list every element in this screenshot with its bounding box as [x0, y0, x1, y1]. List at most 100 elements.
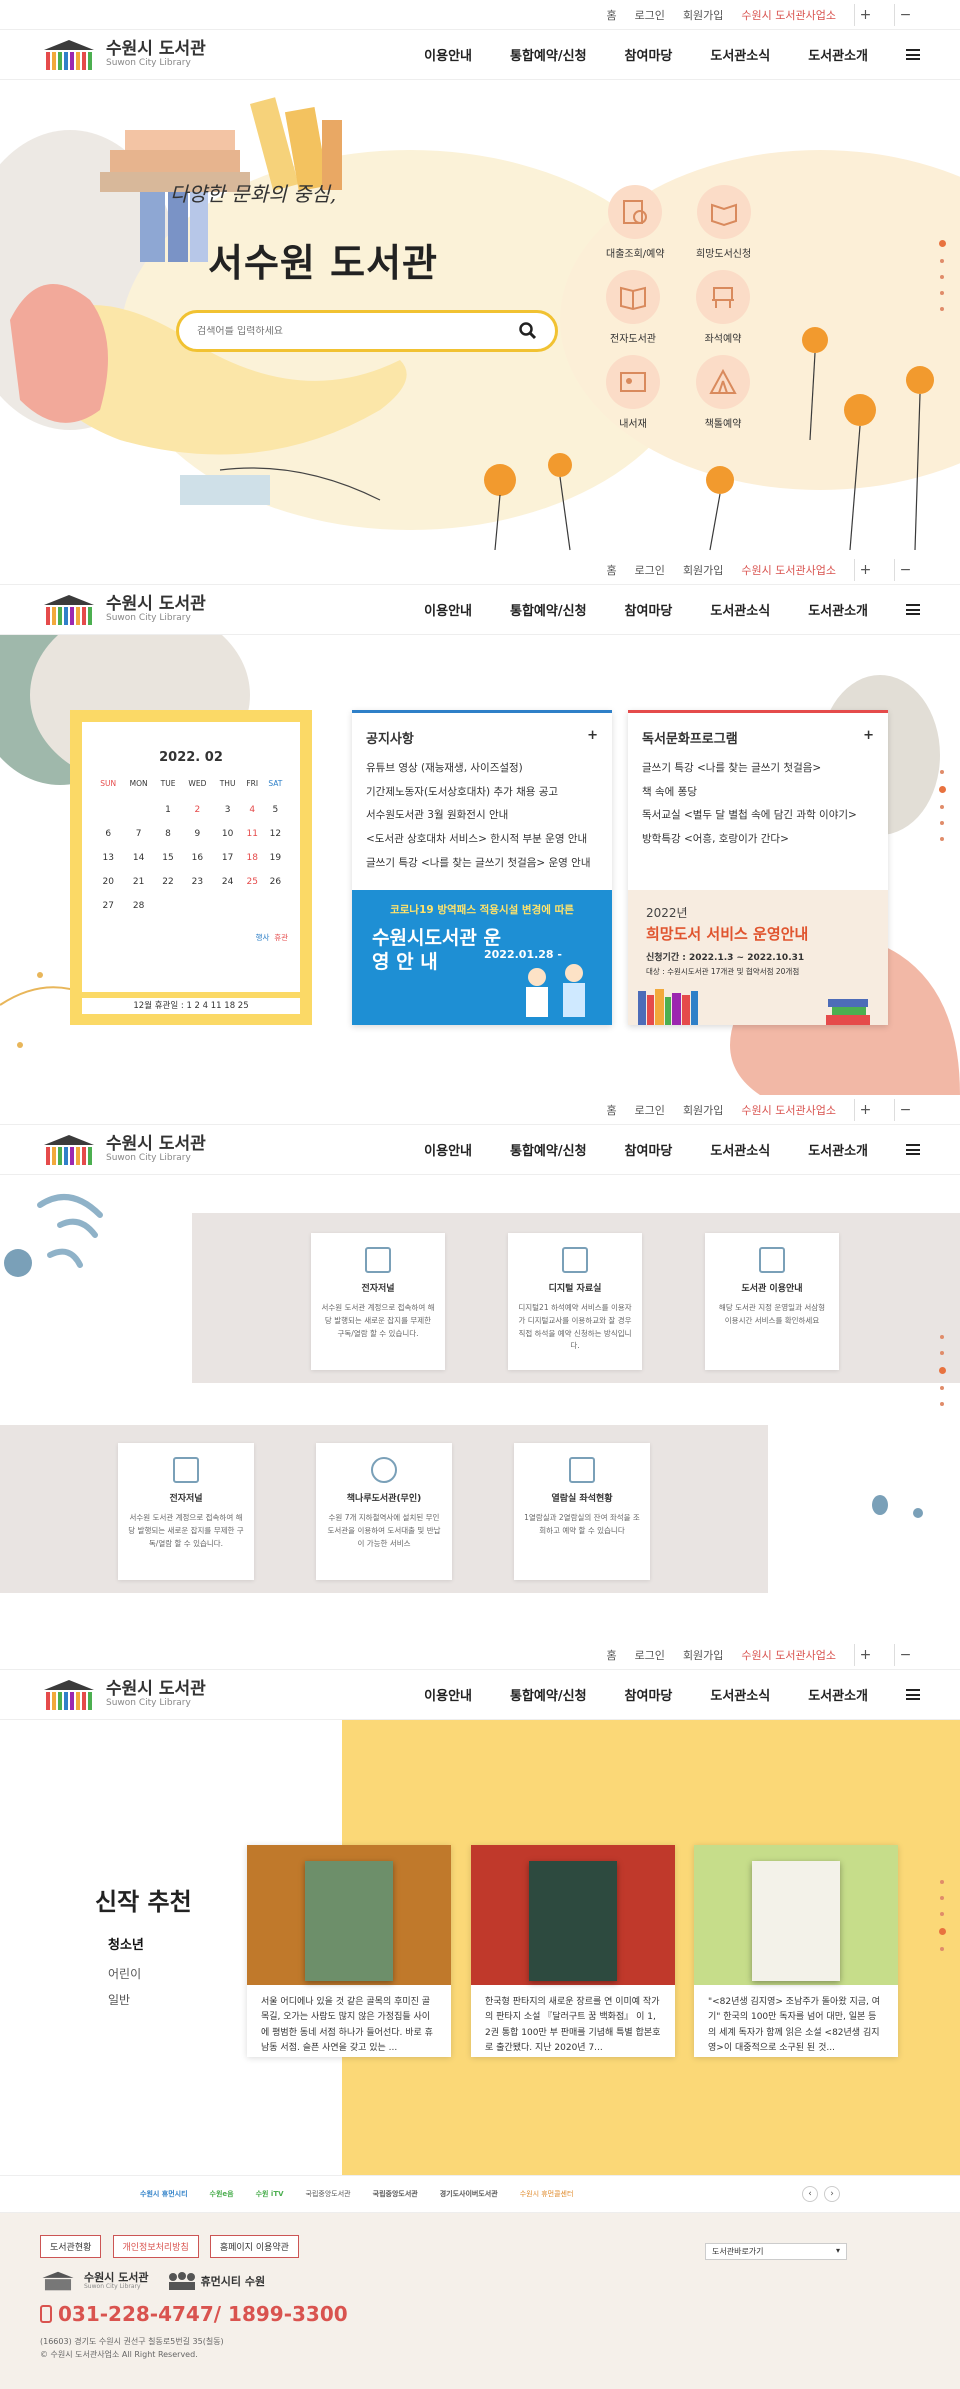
calendar-day[interactable]: 15	[155, 846, 182, 870]
nav-usage-guide[interactable]: 이용안내	[424, 1140, 472, 1159]
nav-usage-guide[interactable]: 이용안내	[424, 1685, 472, 1704]
zoom-in-button[interactable]: +	[854, 1098, 876, 1121]
nav-usage-guide[interactable]: 이용안내	[424, 45, 472, 64]
notice-item[interactable]: 기간제노동자(도서상호대차) 추가 채용 공고	[366, 781, 598, 805]
calendar-day[interactable]: 26	[263, 870, 288, 894]
nav-participation[interactable]: 참여마당	[625, 1140, 673, 1159]
nav-about[interactable]: 도서관소개	[808, 45, 868, 64]
calendar-day[interactable]: 24	[213, 870, 241, 894]
menu-icon[interactable]	[906, 49, 920, 60]
calendar-day[interactable]: 10	[213, 822, 241, 846]
site-logo[interactable]: 수원시 도서관 Suwon City Library	[40, 593, 206, 627]
covid-banner[interactable]: 코로나19 방역패스 적용시설 변경에 따른 수원시도서관 운 영 안 내 20…	[352, 890, 612, 1025]
footer-privacy-button[interactable]: 개인정보처리방침	[112, 2235, 199, 2258]
calendar-day[interactable]: 8	[155, 822, 182, 846]
nav-reservation[interactable]: 통합예약/신청	[510, 1685, 587, 1704]
zoom-out-button[interactable]: −	[894, 558, 916, 581]
home-link[interactable]: 홈	[606, 1647, 616, 1663]
menu-icon[interactable]	[906, 1144, 920, 1155]
notice-item[interactable]: <도서관 상호대차 서비스> 한시적 부분 운영 안내	[366, 828, 598, 852]
notice-item[interactable]: 유튜브 영상 (재능재생, 사이즈설정)	[366, 757, 598, 781]
calendar-day[interactable]: 5	[263, 798, 288, 822]
slide-indicator[interactable]	[939, 770, 946, 841]
quick-e-library[interactable]: 전자도서관	[606, 270, 660, 345]
tab-children[interactable]: 어린이	[108, 1961, 144, 1987]
chevron-right-icon[interactable]: ›	[824, 2186, 840, 2202]
slide-indicator[interactable]	[939, 1880, 946, 1951]
notice-item[interactable]: 글쓰기 특강 <나를 찾는 글쓰기 첫걸음> 운영 안내	[366, 852, 598, 876]
quick-book-tent[interactable]: 책톨예약	[696, 355, 750, 430]
nav-news[interactable]: 도서관소식	[710, 1140, 770, 1159]
calendar-day[interactable]: 27	[94, 894, 122, 918]
service-card-unmanned[interactable]: 책나루도서관(무인) 수원 7개 지하철역사에 설치된 무인도서관을 이용하여 도…	[316, 1443, 452, 1580]
partner-logo[interactable]: 경기도사이버도서관	[440, 2189, 498, 2199]
search-icon[interactable]	[519, 322, 537, 340]
zoom-in-button[interactable]: +	[854, 3, 876, 26]
partner-logo[interactable]: 수원시 휴먼시티	[140, 2189, 188, 2199]
nav-participation[interactable]: 참여마당	[625, 600, 673, 619]
calendar-day[interactable]: 20	[94, 870, 122, 894]
program-item[interactable]: 독서교실 <별두 달 별첩 속에 담긴 과학 이야기>	[642, 804, 874, 828]
service-card-guide[interactable]: 도서관 이용안내 해당 도서관 지정 운영일과 서삼형 이용시간 서비스를 확인하…	[705, 1233, 839, 1370]
quick-loan-check[interactable]: 대출조회/예약	[606, 185, 665, 260]
calendar-day[interactable]: 1	[155, 798, 182, 822]
join-link[interactable]: 회원가입	[683, 7, 723, 23]
program-item[interactable]: 방학특강 <어흥, 호랑이가 간다>	[642, 828, 874, 852]
menu-icon[interactable]	[906, 1689, 920, 1700]
site-logo[interactable]: 수원시 도서관 Suwon City Library	[40, 38, 206, 72]
zoom-out-button[interactable]: −	[894, 1098, 916, 1121]
service-card-digital[interactable]: 디지털 자료실 디지털21 하석예약 서비스를 이용자가 디지털교사를 이용하교와…	[508, 1233, 642, 1370]
tab-general[interactable]: 일반	[108, 1987, 144, 2013]
join-link[interactable]: 회원가입	[683, 562, 723, 578]
service-card-ejournal[interactable]: 전자저널 서수원 도서관 계정으로 접속하여 해당 발행되는 새로운 잡지를 무제…	[311, 1233, 445, 1370]
home-link[interactable]: 홈	[606, 562, 616, 578]
partner-logo[interactable]: 국립중앙도서관	[306, 2189, 351, 2199]
program-more-button[interactable]: +	[863, 728, 874, 747]
notice-item[interactable]: 서수원도서관 3월 원화전시 안내	[366, 804, 598, 828]
tab-youth[interactable]: 청소년	[108, 1932, 144, 1961]
login-link[interactable]: 로그인	[635, 1102, 665, 1118]
site-logo[interactable]: 수원시 도서관 Suwon City Library	[40, 1133, 206, 1167]
notice-more-button[interactable]: +	[587, 728, 598, 747]
calendar-day[interactable]: 4	[242, 798, 263, 822]
nav-reservation[interactable]: 통합예약/신청	[510, 1140, 587, 1159]
quick-hope-book[interactable]: 희망도서신청	[696, 185, 751, 260]
nav-news[interactable]: 도서관소식	[710, 600, 770, 619]
zoom-out-button[interactable]: −	[894, 3, 916, 26]
book-card-3[interactable]: "<82년생 김지영> 조남주가 돌아왔 지금, 여기" 한국의 100만 독자…	[694, 1845, 898, 2057]
nav-news[interactable]: 도서관소식	[710, 1685, 770, 1704]
calendar-day[interactable]: 12	[263, 822, 288, 846]
org-link[interactable]: 수원시 도서관사업소	[741, 562, 836, 578]
nav-usage-guide[interactable]: 이용안내	[424, 600, 472, 619]
join-link[interactable]: 회원가입	[683, 1102, 723, 1118]
calendar-day[interactable]: 28	[122, 894, 154, 918]
calendar-day[interactable]: 19	[263, 846, 288, 870]
nav-reservation[interactable]: 통합예약/신청	[510, 600, 587, 619]
menu-icon[interactable]	[906, 604, 920, 615]
calendar-day[interactable]: 11	[242, 822, 263, 846]
calendar-day[interactable]: 3	[213, 798, 241, 822]
hope-book-banner[interactable]: 2022년 희망도서 서비스 운영안내 신청기간 : 2022.1.3 ~ 20…	[628, 890, 888, 1025]
calendar-day[interactable]: 9	[181, 822, 213, 846]
join-link[interactable]: 회원가입	[683, 1647, 723, 1663]
org-link[interactable]: 수원시 도서관사업소	[741, 1102, 836, 1118]
calendar-day[interactable]: 25	[242, 870, 263, 894]
chevron-left-icon[interactable]: ‹	[802, 2186, 818, 2202]
zoom-out-button[interactable]: −	[894, 1643, 916, 1666]
nav-about[interactable]: 도서관소개	[808, 600, 868, 619]
nav-about[interactable]: 도서관소개	[808, 1685, 868, 1704]
footer-terms-button[interactable]: 홈페이지 이용약관	[209, 2235, 299, 2258]
library-shortcut-select[interactable]: 도서관바로가기 ▾	[705, 2243, 847, 2260]
nav-participation[interactable]: 참여마당	[625, 45, 673, 64]
org-link[interactable]: 수원시 도서관사업소	[741, 1647, 836, 1663]
login-link[interactable]: 로그인	[635, 7, 665, 23]
org-link[interactable]: 수원시 도서관사업소	[741, 7, 836, 23]
calendar-day[interactable]: 18	[242, 846, 263, 870]
nav-reservation[interactable]: 통합예약/신청	[510, 45, 587, 64]
partner-logo[interactable]: 수원 iTV	[256, 2189, 284, 2199]
calendar-day[interactable]: 16	[181, 846, 213, 870]
zoom-in-button[interactable]: +	[854, 1643, 876, 1666]
site-logo[interactable]: 수원시 도서관 Suwon City Library	[40, 1678, 206, 1712]
service-card-ejournal-2[interactable]: 전자저널 서수원 도서관 계정으로 접속하여 해당 발행되는 새로운 잡지를 무제…	[118, 1443, 254, 1580]
calendar-day[interactable]: 14	[122, 846, 154, 870]
